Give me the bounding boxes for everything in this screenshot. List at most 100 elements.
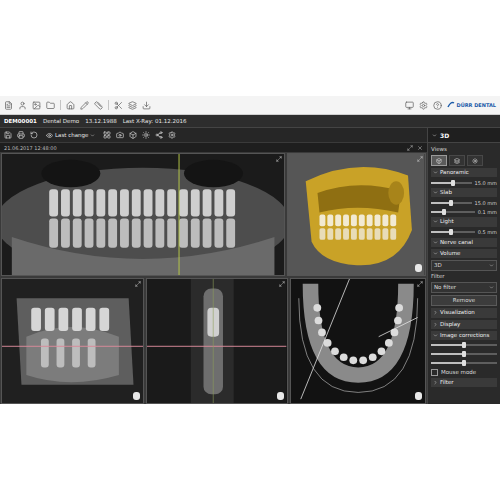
maximize-icon[interactable] — [279, 281, 285, 287]
toolbar-icon[interactable] — [142, 131, 150, 139]
layers-icon[interactable] — [454, 158, 460, 164]
slider-thumb[interactable] — [442, 209, 446, 215]
chevron-down-icon[interactable] — [433, 219, 438, 224]
maximize-button[interactable] — [417, 281, 423, 287]
axial-slice[interactable] — [291, 279, 425, 403]
slider-thumb[interactable] — [462, 342, 466, 348]
chevron-down-icon[interactable] — [433, 240, 438, 245]
close-icon[interactable] — [417, 145, 423, 151]
toolbar-icon[interactable] — [103, 131, 111, 139]
panoramic-image[interactable] — [2, 154, 284, 275]
axial-viewport[interactable] — [290, 278, 426, 404]
section-header[interactable]: Slab — [431, 188, 497, 197]
dropdown[interactable]: 3D — [431, 260, 497, 271]
checkbox-row[interactable]: Mouse mode — [431, 369, 497, 376]
volume-render[interactable] — [288, 154, 425, 275]
chevron-down-icon[interactable] — [489, 285, 494, 290]
section-header[interactable]: Panoramic — [431, 168, 497, 177]
toolbar-icon[interactable] — [129, 131, 137, 139]
slider-thumb[interactable] — [462, 351, 466, 357]
cube-icon[interactable] — [436, 158, 442, 164]
chevron-right-icon[interactable] — [433, 322, 438, 327]
cross-section[interactable] — [147, 279, 286, 403]
cross-viewport[interactable] — [146, 278, 287, 404]
toolbar-icon[interactable] — [18, 101, 27, 110]
toolbar-icon[interactable] — [4, 101, 13, 110]
chevron-down-icon[interactable] — [489, 263, 494, 268]
viewport-row — [1, 153, 426, 276]
mode-button[interactable] — [431, 155, 447, 166]
toolbar-icon[interactable] — [114, 101, 123, 110]
chevron-down-icon[interactable] — [433, 170, 438, 175]
chevron-right-icon[interactable] — [433, 310, 438, 315]
chevron-right-icon[interactable] — [433, 380, 438, 385]
panel-label: Views — [431, 146, 497, 153]
panoramic-viewport[interactable] — [1, 153, 285, 276]
maximize-button[interactable] — [135, 281, 141, 287]
chevron-down-icon[interactable] — [433, 190, 438, 195]
section-header[interactable]: Filter — [431, 378, 497, 387]
sagittal-viewport[interactable] — [1, 278, 144, 404]
toolbar-icon[interactable] — [32, 101, 41, 110]
mode-button[interactable] — [449, 155, 465, 166]
remove-button[interactable]: Remove — [431, 295, 497, 306]
chevron-down-icon[interactable] — [433, 333, 438, 338]
workspace: Last change21.06.2017 12:48:003DViewsPan… — [0, 128, 500, 404]
maximize-button[interactable] — [279, 281, 285, 287]
toolbar-icon[interactable] — [94, 101, 103, 110]
checkbox[interactable] — [431, 369, 438, 376]
separator — [108, 100, 109, 110]
eye-icon[interactable] — [46, 132, 53, 139]
maximize-icon[interactable] — [407, 145, 413, 151]
slider-thumb[interactable] — [462, 360, 466, 366]
mode-button[interactable] — [467, 155, 483, 166]
slider-thumb[interactable] — [449, 200, 453, 206]
toolbar-icon[interactable] — [168, 131, 176, 139]
maximize-icon[interactable] — [276, 156, 282, 162]
slider-track[interactable] — [431, 182, 472, 184]
slider-track[interactable] — [431, 202, 472, 204]
settings-icon[interactable] — [419, 101, 428, 110]
slider-thumb[interactable] — [451, 180, 455, 186]
slider-row: 0.5 mm — [431, 229, 497, 236]
maximize-button[interactable] — [276, 156, 282, 162]
slider-track[interactable] — [431, 344, 497, 346]
maximize-icon[interactable] — [417, 281, 423, 287]
toolbar-icon[interactable] — [17, 131, 25, 139]
chevron-down-icon[interactable] — [432, 133, 437, 138]
sagittal-slice[interactable] — [2, 279, 143, 403]
toolbar-icon[interactable] — [155, 131, 163, 139]
monitor-icon[interactable] — [405, 101, 414, 110]
light-icon[interactable] — [472, 158, 478, 164]
slider-track[interactable] — [431, 353, 497, 355]
slider-track[interactable] — [431, 362, 497, 364]
toolbar-icon[interactable] — [116, 131, 124, 139]
maximize-icon[interactable] — [135, 281, 141, 287]
slider-fill — [431, 362, 464, 364]
volume-viewport[interactable] — [287, 153, 426, 276]
toolbar-icon[interactable] — [30, 131, 38, 139]
chevron-down-icon[interactable] — [433, 251, 438, 256]
section-header[interactable]: Volume — [431, 249, 497, 258]
toolbar-icon[interactable] — [4, 131, 12, 139]
chevron-down-icon[interactable] — [90, 133, 95, 138]
section-header[interactable]: Visualization — [431, 308, 497, 317]
section-header[interactable]: Light — [431, 217, 497, 226]
toolbar-icon[interactable] — [128, 101, 137, 110]
slider-track[interactable] — [431, 231, 475, 233]
toolbar-icon[interactable] — [66, 101, 75, 110]
slider-track[interactable] — [431, 211, 475, 213]
panel-header: 3D — [428, 128, 500, 143]
section-header[interactable]: Nerve canal — [431, 238, 497, 247]
toolbar-icon[interactable] — [142, 101, 151, 110]
toolbar-icon[interactable] — [80, 101, 89, 110]
help-icon[interactable] — [433, 101, 442, 110]
maximize-button[interactable] — [417, 156, 423, 162]
maximize-icon[interactable] — [417, 156, 423, 162]
history-dropdown[interactable]: Last change — [43, 132, 98, 139]
section-header[interactable]: Image corrections — [431, 331, 497, 340]
slider-thumb[interactable] — [449, 229, 453, 235]
toolbar-icon[interactable] — [46, 101, 55, 110]
dropdown[interactable]: No filter — [431, 282, 497, 293]
section-header[interactable]: Display — [431, 320, 497, 329]
